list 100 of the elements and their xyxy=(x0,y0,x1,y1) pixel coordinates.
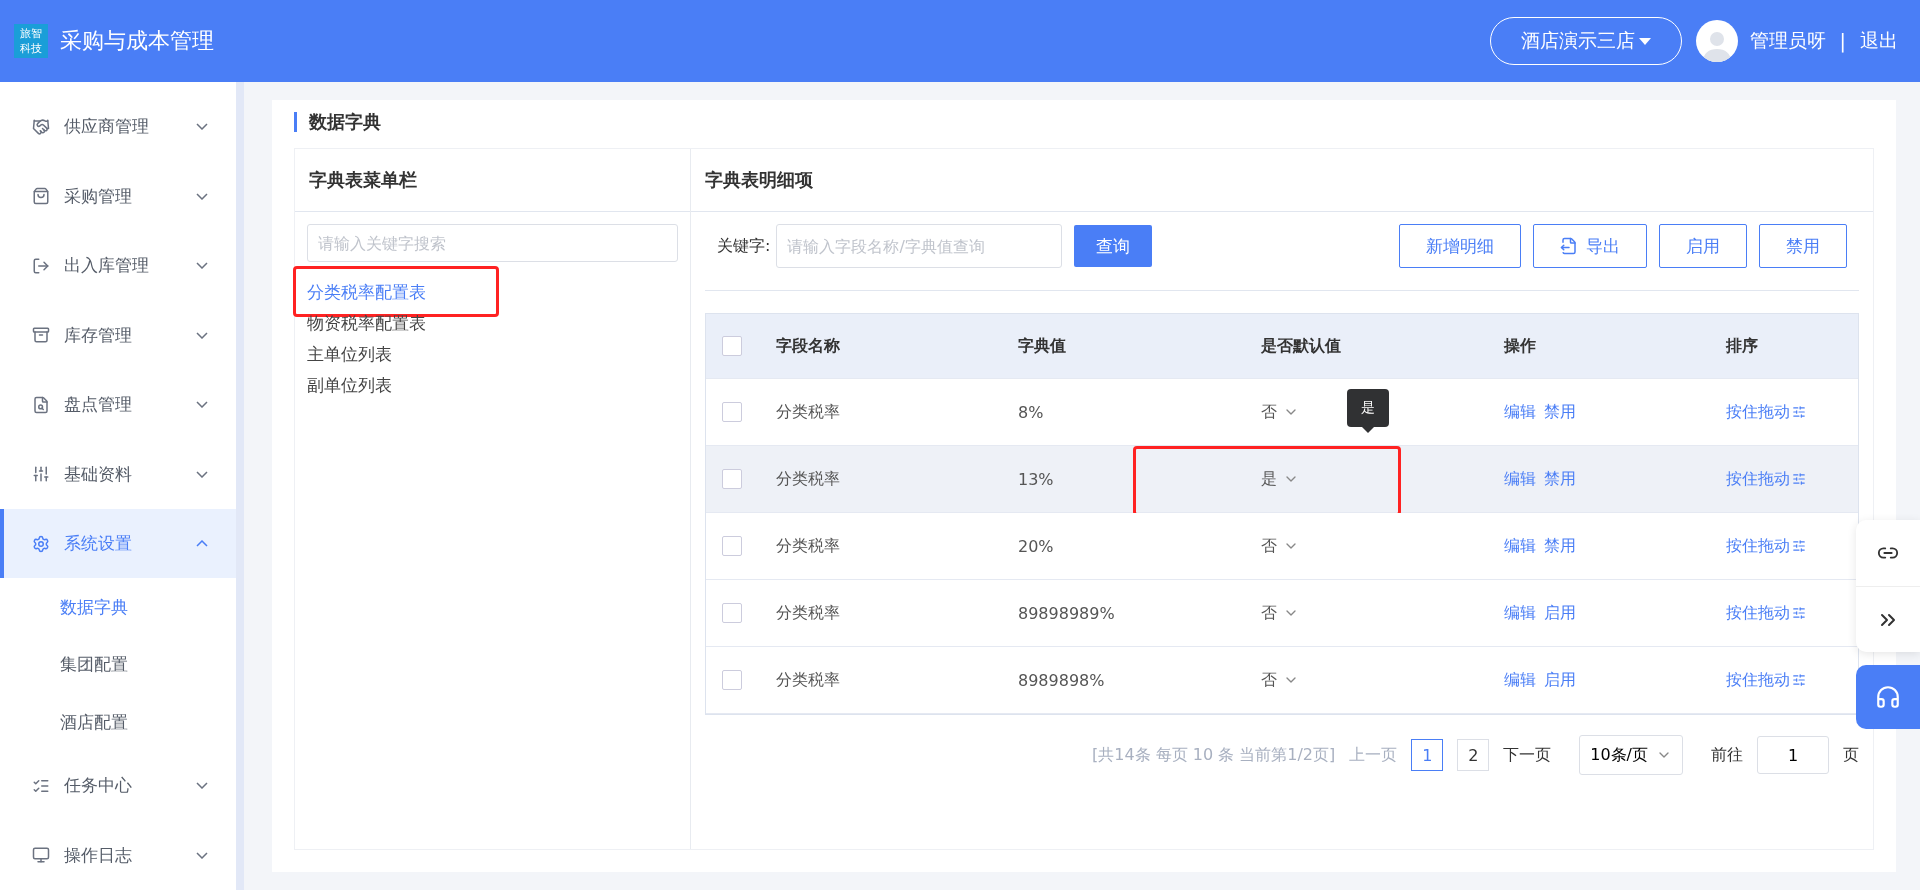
drag-handle[interactable]: 按住拖动 xyxy=(1726,602,1806,624)
checkbox[interactable] xyxy=(722,336,742,356)
prev-page[interactable]: 上一页 xyxy=(1349,744,1398,766)
toolbar-button[interactable]: 新增明细 xyxy=(1399,224,1521,268)
checkbox[interactable] xyxy=(722,670,742,690)
action-link[interactable]: 编辑 xyxy=(1504,602,1536,624)
keyword-field[interactable]: 请输入字段名称/字典值查询 xyxy=(776,224,1063,268)
sliders-icon xyxy=(1792,606,1806,620)
sidebar-label: 任务中心 xyxy=(64,774,133,798)
action-link[interactable]: 编辑 xyxy=(1504,468,1536,490)
caret-icon xyxy=(1638,37,1651,45)
drag-handle[interactable]: 按住拖动 xyxy=(1726,535,1806,557)
chevron-icon xyxy=(196,123,208,131)
action-link[interactable]: 启用 xyxy=(1544,602,1576,624)
table-cell: 分类税率 xyxy=(776,535,840,557)
chevron-icon xyxy=(196,851,208,859)
checkbox[interactable] xyxy=(722,536,742,556)
action-link[interactable]: 禁用 xyxy=(1544,468,1576,490)
sidebar-item[interactable]: 库存管理 xyxy=(0,300,236,370)
table-cell: 分类税率 xyxy=(776,401,840,423)
menu-item[interactable]: 主单位列表 xyxy=(307,340,392,369)
chevron-icon xyxy=(196,192,208,200)
sidebar-label: 库存管理 xyxy=(64,323,133,347)
action-link[interactable]: 编辑 xyxy=(1504,535,1536,557)
drag-handle[interactable]: 按住拖动 xyxy=(1726,468,1806,490)
sliders-icon xyxy=(1792,472,1806,486)
table-cell: 8% xyxy=(1018,402,1044,422)
page-size-select[interactable]: 10条/页 xyxy=(1579,735,1683,775)
page-title: 数据字典 xyxy=(294,112,1874,132)
menu-item[interactable]: 分类税率配置表 xyxy=(307,278,426,307)
sidebar-item[interactable]: 操作日志 xyxy=(0,820,236,890)
checkbox[interactable] xyxy=(722,603,742,623)
query-button[interactable]: 查询 xyxy=(1074,225,1153,267)
bag-icon xyxy=(32,187,50,206)
table-cell: 13% xyxy=(1018,469,1054,489)
default-select[interactable]: 否 xyxy=(1261,669,1299,691)
sidebar-label: 操作日志 xyxy=(64,843,133,867)
chevron-icon xyxy=(196,262,208,270)
sidebar-label: 采购管理 xyxy=(64,184,133,208)
support-button[interactable] xyxy=(1856,665,1920,729)
panel-title: 字典表明细项 xyxy=(691,149,1873,212)
checkbox[interactable] xyxy=(722,402,742,422)
column-header: 操作 xyxy=(1504,335,1536,357)
sliders-icon xyxy=(1792,673,1806,687)
settings-icon xyxy=(32,534,50,553)
page-input[interactable]: 1 xyxy=(1757,736,1829,774)
checkbox[interactable] xyxy=(722,469,742,489)
sidebar-item[interactable]: 基础资料 xyxy=(0,439,236,509)
sidebar-item[interactable]: 任务中心 xyxy=(0,751,236,821)
menu-item[interactable]: 物资税率配置表 xyxy=(307,309,426,338)
sidebar-item[interactable]: 出入库管理 xyxy=(0,230,236,301)
toolbar-button[interactable]: 启用 xyxy=(1659,224,1747,268)
tooltip: 是 xyxy=(1347,389,1389,433)
drag-handle[interactable]: 按住拖动 xyxy=(1726,669,1806,691)
sidebar-label: 出入库管理 xyxy=(64,254,150,278)
drag-handle[interactable]: 按住拖动 xyxy=(1726,401,1806,423)
action-link[interactable]: 禁用 xyxy=(1544,535,1576,557)
user-name: 管理员呀 xyxy=(1749,28,1826,53)
panel-title: 字典表菜单栏 xyxy=(295,149,690,212)
file-search-icon xyxy=(32,395,50,414)
sidebar-subitem[interactable]: 集团配置 xyxy=(0,635,236,694)
keyword-label: 关键字: xyxy=(717,235,771,257)
sidebar-item[interactable]: 盘点管理 xyxy=(0,369,236,440)
app-title: 采购与成本管理 xyxy=(60,27,215,55)
action-link[interactable]: 禁用 xyxy=(1544,401,1576,423)
sidebar-subitem[interactable]: 酒店配置 xyxy=(0,693,236,752)
default-select[interactable]: 否 xyxy=(1261,401,1299,423)
chevron-icon xyxy=(196,331,208,339)
default-select[interactable]: 否 xyxy=(1261,535,1299,557)
goto-label: 前往 xyxy=(1711,744,1743,766)
table-cell: 分类税率 xyxy=(776,468,840,490)
archive-icon xyxy=(32,326,50,345)
menu-item[interactable]: 副单位列表 xyxy=(307,371,392,400)
next-page[interactable]: 下一页 xyxy=(1503,744,1552,766)
avatar xyxy=(1695,20,1738,62)
sidebar-label: 基础资料 xyxy=(64,462,133,486)
chevron-icon xyxy=(196,401,208,409)
search-field[interactable]: 请输入关键字搜索 xyxy=(307,224,678,262)
sliders-icon xyxy=(1792,405,1806,419)
action-link[interactable]: 启用 xyxy=(1544,669,1576,691)
column-header: 字典值 xyxy=(1018,335,1066,357)
sidebar-item[interactable]: 采购管理 xyxy=(0,161,236,231)
table-cell: 8989898% xyxy=(1018,670,1105,690)
action-link[interactable]: 编辑 xyxy=(1504,669,1536,691)
table-cell: 20% xyxy=(1018,536,1054,556)
logout-link[interactable]: 退出 xyxy=(1860,28,1898,54)
export-icon xyxy=(1560,237,1578,255)
exit-icon xyxy=(32,256,50,275)
default-select[interactable]: 否 xyxy=(1261,602,1299,624)
toolbar-button[interactable]: 禁用 xyxy=(1759,224,1847,268)
page-button[interactable]: 2 xyxy=(1457,739,1490,771)
headset-icon xyxy=(1875,684,1901,710)
sidebar-label: 盘点管理 xyxy=(64,393,133,417)
action-link[interactable]: 编辑 xyxy=(1504,401,1536,423)
default-select[interactable]: 是 xyxy=(1261,468,1299,490)
export-button[interactable]: 导出 xyxy=(1533,224,1647,268)
sidebar-item[interactable]: 系统设置 xyxy=(0,508,236,579)
sidebar-subitem[interactable]: 数据字典 xyxy=(0,578,236,636)
page-button[interactable]: 1 xyxy=(1411,739,1444,771)
sidebar-item[interactable]: 供应商管理 xyxy=(0,92,236,162)
